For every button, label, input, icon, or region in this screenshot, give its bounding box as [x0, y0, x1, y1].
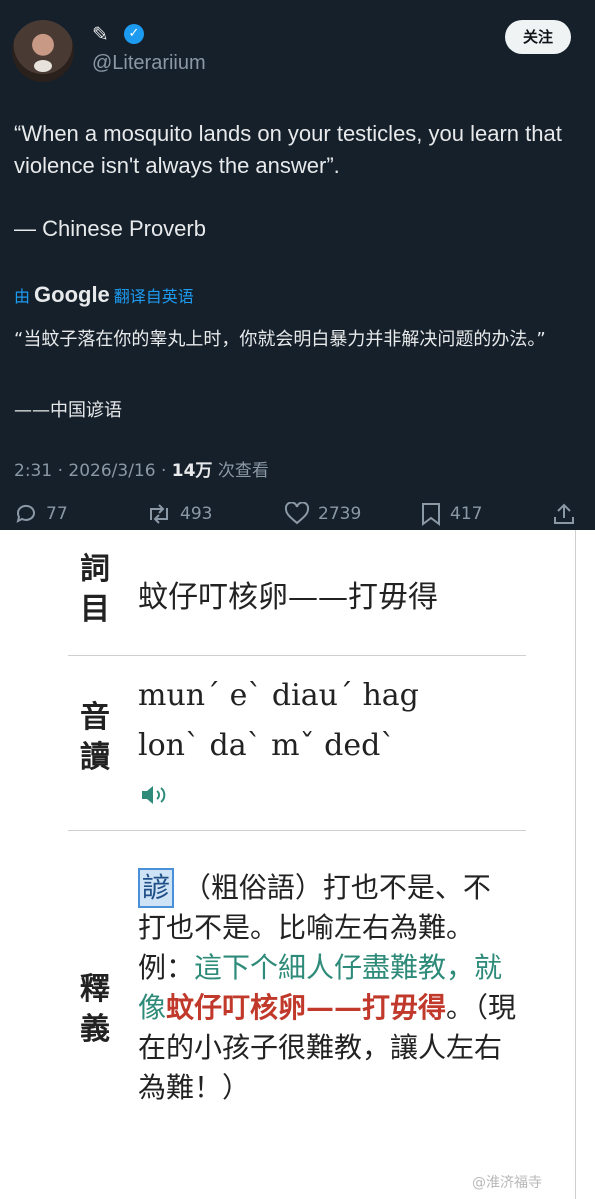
follow-button[interactable]: 关注	[505, 20, 571, 54]
tweet-attribution: — Chinese Proverb	[14, 216, 206, 241]
bookmark-icon	[422, 503, 440, 526]
reply-button[interactable]: 77	[14, 502, 68, 526]
translation-notice[interactable]: 由 Google 翻译自英语	[14, 282, 194, 308]
table-border	[575, 530, 576, 1199]
divider	[68, 830, 526, 831]
tweet-meta: 2:31 · 2026/3/16 · 14万 次查看	[14, 456, 269, 481]
pronunciation-line-2: lon` da` mˇ ded`	[138, 728, 396, 763]
bookmark-button[interactable]: 417	[420, 502, 482, 526]
proverb-tag: 諺	[138, 868, 175, 908]
translate-prefix: 由	[14, 287, 31, 306]
entry-word: 蚊仔叮核卵——打毋得	[138, 580, 438, 615]
watermark: @淮济福寺	[472, 1175, 542, 1191]
heart-icon	[284, 502, 310, 525]
translated-text: “当蚊子落在你的睾丸上时，你就会明白暴力并非解决问题的办法。”	[14, 329, 546, 350]
display-name-icon[interactable]: ✎	[92, 22, 109, 46]
google-logo: Google	[34, 282, 110, 307]
bookmark-count: 417	[450, 504, 483, 524]
divider	[68, 655, 526, 656]
like-button[interactable]: 2739	[284, 502, 361, 526]
reply-icon	[16, 504, 35, 523]
pronunciation-label: 音讀	[80, 700, 110, 775]
entry-label: 詞目	[80, 552, 110, 627]
translate-suffix: 翻译自英语	[113, 287, 194, 306]
view-count: 14万	[171, 461, 213, 481]
speaker-icon[interactable]	[140, 783, 170, 807]
avatar[interactable]	[12, 20, 74, 82]
verified-badge-icon: ✓	[124, 24, 144, 44]
share-button[interactable]	[552, 502, 584, 526]
definition: 諺 （粗俗語）打也不是、不打也不是。比喻左右為難。 例：這下个細人仔盡難教，就像…	[138, 868, 518, 1108]
view-count-label: 次查看	[212, 461, 269, 481]
share-icon	[554, 503, 574, 524]
tweet-text: “When a mosquito lands on your testicles…	[14, 121, 562, 178]
action-bar: 77 493 2739 417	[0, 502, 595, 530]
tweet-panel: ✎ ✓ @Literariium 关注 “When a mosquito lan…	[0, 0, 595, 530]
dictionary-panel: 詞目 蚊仔叮核卵——打毋得 音讀 mun´ e` diau´ hag lon` …	[0, 530, 595, 1199]
tweet-timestamp[interactable]: 2:31 · 2026/3/16 ·	[14, 461, 172, 481]
retweet-count: 493	[180, 504, 213, 524]
retweet-button[interactable]: 493	[146, 502, 212, 526]
like-count: 2739	[318, 504, 362, 524]
definition-label: 釋義	[80, 972, 110, 1047]
pronunciation-line-1: mun´ e` diau´ hag	[138, 678, 419, 713]
highlighted-entry: 蚊仔叮核卵——打毋得	[166, 991, 447, 1024]
user-handle[interactable]: @Literariium	[92, 52, 206, 75]
reply-count: 77	[46, 504, 68, 524]
retweet-icon	[150, 504, 168, 524]
translated-attribution: ——中国谚语	[14, 400, 122, 421]
